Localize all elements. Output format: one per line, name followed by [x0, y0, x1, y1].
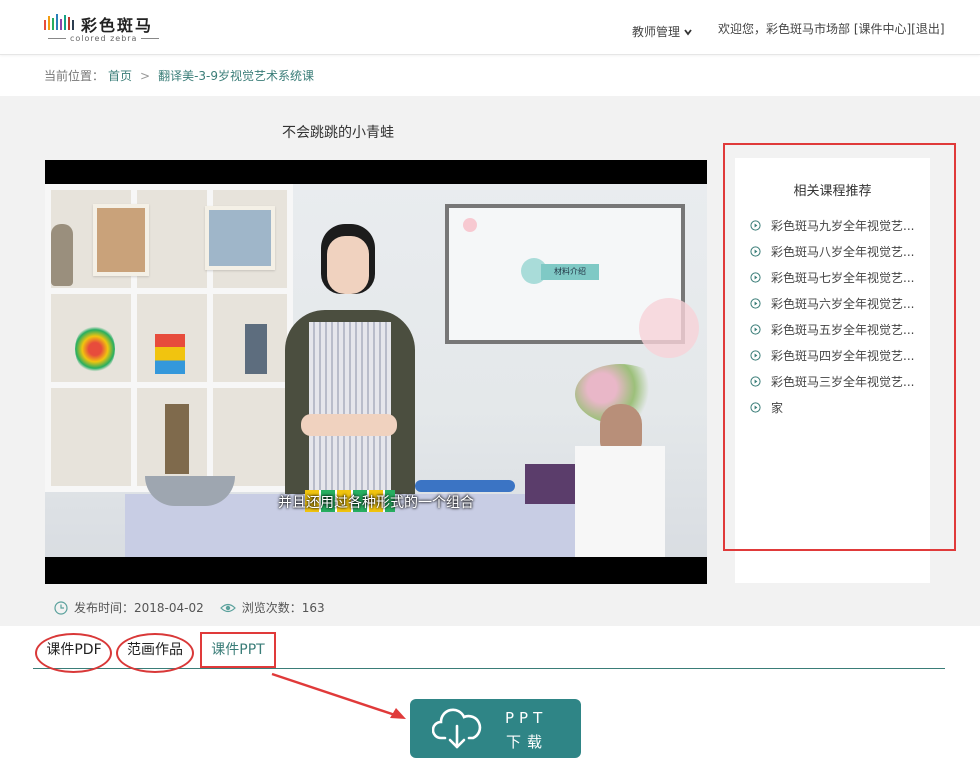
breadcrumb-separator-icon: > [140, 68, 151, 83]
video-player[interactable]: 材料介绍 并且还用过各种形式的一个组合 [45, 160, 707, 584]
top-header: 彩色斑马 colored zebra 教师管理 欢迎您，彩色斑马市场部 [课件中… [0, 0, 980, 55]
logo-subtitle: colored zebra [44, 34, 163, 43]
video-title: 不会跳跳的小青蛙 [282, 125, 394, 141]
annotation-ellipse-pdf [35, 633, 112, 673]
publish-label: 发布时间： [74, 601, 135, 615]
breadcrumb-home[interactable]: 首页 [108, 67, 132, 84]
video-subtitle: 并且还用过各种形式的一个组合 [278, 495, 474, 511]
breadcrumb-current[interactable]: 翻译美-3-9岁视觉艺术系统课 [158, 67, 314, 84]
presenter-image [265, 224, 435, 520]
clock-icon [54, 600, 68, 615]
breadcrumb-prefix: 当前位置： [44, 69, 105, 83]
main-content: 不会跳跳的小青蛙 材料介绍 并且还用过各种形式的一个组合 发布时间： 2018-… [0, 96, 980, 626]
annotation-box-ppt [200, 632, 276, 668]
logo[interactable]: 彩色斑马 colored zebra [44, 10, 164, 46]
breadcrumb: 当前位置： 首页 > 翻译美-3-9岁视觉艺术系统课 [44, 67, 314, 84]
annotation-box-recommend [723, 143, 956, 551]
ppt-download-button[interactable]: PPT 下载 [410, 699, 581, 758]
annotation-ellipse-artwork [116, 633, 194, 673]
video-meta: 发布时间： 2018-04-02 浏览次数： 163 [54, 599, 325, 616]
annotation-arrow-icon [271, 672, 406, 719]
cloud-download-icon [432, 708, 482, 749]
eye-icon [219, 603, 236, 612]
download-label-line2: 下载 [506, 733, 549, 751]
welcome-text[interactable]: 欢迎您，彩色斑马市场部 [课件中心][退出] [718, 20, 945, 37]
whiteboard-image: 材料介绍 [445, 204, 699, 358]
views-count: 163 [301, 600, 325, 615]
board-label: 材料介绍 [541, 264, 599, 280]
logo-name: 彩色斑马 [81, 16, 154, 35]
logo-bars-icon [44, 14, 74, 30]
views-label: 浏览次数： [241, 601, 302, 615]
publish-date: 2018-04-02 [134, 600, 204, 615]
download-label-line1: PPT [505, 709, 548, 727]
teacher-menu-label: 教师管理 [632, 25, 681, 39]
teacher-menu[interactable]: 教师管理 [632, 23, 692, 40]
chevron-down-icon [684, 28, 692, 35]
